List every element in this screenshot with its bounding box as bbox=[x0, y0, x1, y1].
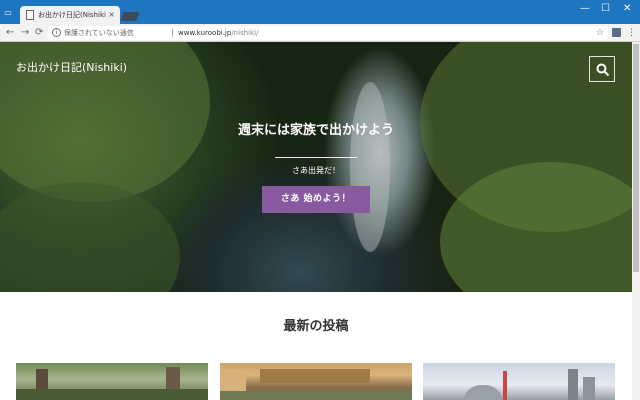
url-domain: www.kuroobi.jp bbox=[178, 29, 232, 37]
thumbnail-dome bbox=[463, 385, 503, 400]
page-icon bbox=[26, 10, 34, 20]
minimize-button[interactable]: — bbox=[580, 3, 590, 15]
thumbnail-tower bbox=[503, 371, 507, 400]
tab-title: お出かけ日記(Nishiki) | 週 bbox=[38, 11, 106, 19]
url-text[interactable]: www.kuroobi.jp/nishiki/ bbox=[178, 27, 258, 39]
security-label: 保護されていない通信 bbox=[64, 29, 134, 37]
hero-divider bbox=[275, 157, 357, 158]
start-button[interactable]: さあ 始めよう！ bbox=[262, 186, 370, 213]
address-separator bbox=[172, 29, 173, 37]
thumbnail-building-roof bbox=[260, 369, 370, 383]
hero-subheading: さあ出発だ！ bbox=[292, 166, 340, 175]
close-window-button[interactable]: ✕ bbox=[623, 3, 631, 15]
browser-tab[interactable]: お出かけ日記(Nishiki) | 週 × bbox=[20, 6, 120, 24]
thumbnail-skyscraper bbox=[568, 369, 578, 400]
new-tab-button[interactable] bbox=[120, 12, 140, 21]
browser-titlebar: ▭ お出かけ日記(Nishiki) | 週 × — ☐ ✕ bbox=[0, 0, 640, 24]
page-viewport: お出かけ日記(Nishiki) 週末には家族で出かけよう さあ出発だ！ さあ 始… bbox=[0, 42, 632, 400]
site-title[interactable]: お出かけ日記(Nishiki) bbox=[16, 61, 127, 75]
page-scrollbar[interactable] bbox=[632, 42, 640, 400]
maximize-button[interactable]: ☐ bbox=[601, 3, 610, 15]
thumbnail-ground bbox=[16, 389, 208, 400]
browser-toolbar: ← → ⟳ i 保護されていない通信 www.kuroobi.jp/nishik… bbox=[0, 24, 640, 42]
address-bar[interactable]: i 保護されていない通信 www.kuroobi.jp/nishiki/ ☆ bbox=[48, 26, 608, 40]
post-thumbnail-1[interactable] bbox=[16, 363, 208, 400]
post-thumbnail-3[interactable] bbox=[423, 363, 615, 400]
scrollbar-thumb[interactable] bbox=[633, 44, 639, 272]
reload-button[interactable]: ⟳ bbox=[35, 26, 43, 40]
browser-menu-icon[interactable]: ▭ bbox=[3, 8, 13, 17]
hero-heading: 週末には家族で出かけよう bbox=[237, 123, 394, 138]
tab-close-icon[interactable]: × bbox=[108, 9, 115, 21]
search-icon bbox=[596, 63, 610, 77]
back-button[interactable]: ← bbox=[6, 26, 14, 40]
info-icon[interactable]: i bbox=[52, 28, 61, 37]
browser-menu-dots-icon[interactable]: ⋮ bbox=[627, 26, 636, 40]
extension-icon[interactable] bbox=[612, 28, 621, 37]
thumbnail-ground bbox=[220, 391, 412, 400]
bookmark-star-icon[interactable]: ☆ bbox=[596, 26, 604, 40]
post-thumbnail-2[interactable] bbox=[220, 363, 412, 400]
thumbnail-skyscraper bbox=[583, 377, 595, 400]
search-button[interactable] bbox=[589, 56, 615, 82]
url-path: /nishiki/ bbox=[231, 29, 259, 37]
latest-posts-title: 最新の投稿 bbox=[283, 319, 349, 334]
hero-banner: お出かけ日記(Nishiki) 週末には家族で出かけよう さあ出発だ！ さあ 始… bbox=[0, 42, 632, 292]
forward-button[interactable]: → bbox=[21, 26, 29, 40]
